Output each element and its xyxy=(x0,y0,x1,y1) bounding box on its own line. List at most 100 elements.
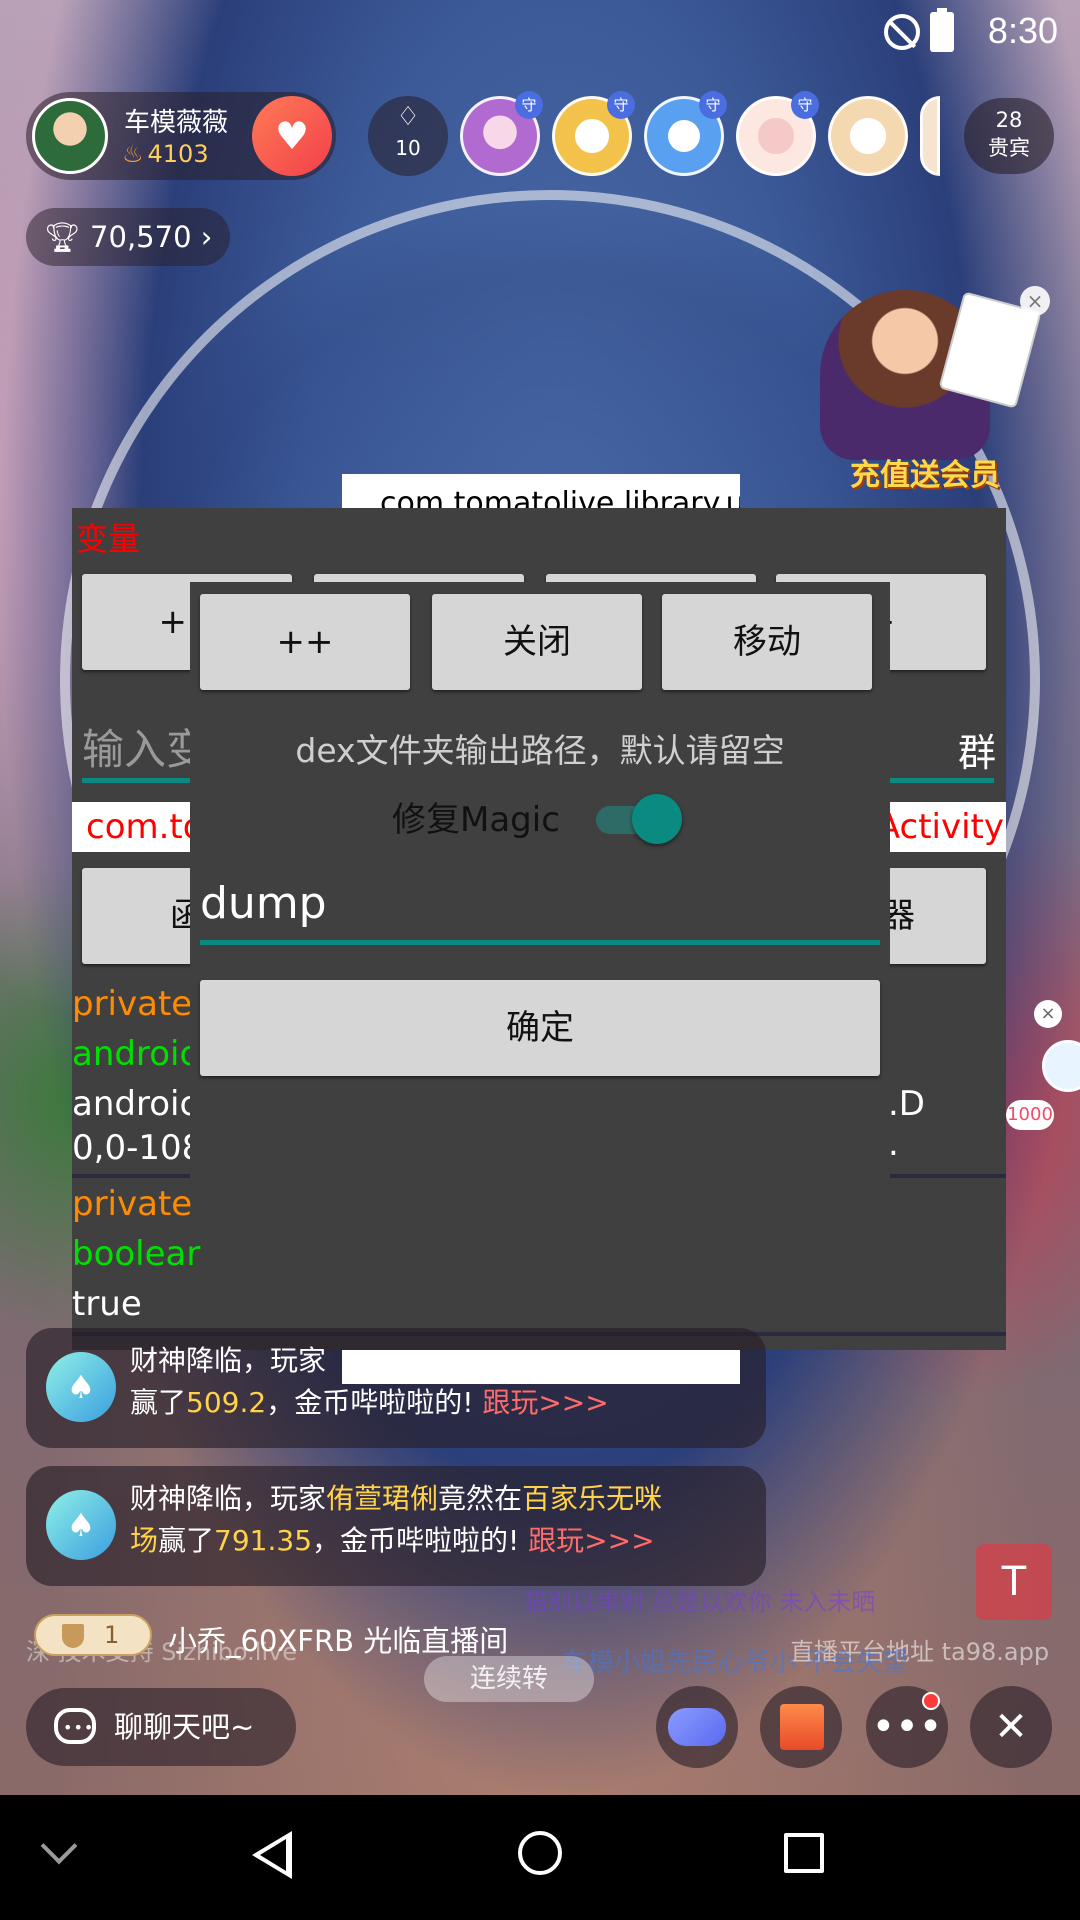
trophy-icon: 🏆︎ xyxy=(44,220,81,254)
output-path-input[interactable]: dump xyxy=(200,878,327,929)
chat-text: ，金币哔啦啦的! xyxy=(266,1386,483,1419)
chat-message[interactable]: ♠ 财神降临，玩家 赢了509.2，金币哔啦啦的! 跟玩>>> xyxy=(26,1328,766,1448)
guard-badge: 守 xyxy=(607,91,635,119)
viewer-avatar[interactable]: 守 xyxy=(736,91,819,176)
magic-label: 修复Magic xyxy=(392,800,560,840)
status-bar: 8:30 xyxy=(0,0,1080,66)
package-left-text: com.to xyxy=(86,807,204,847)
chat-prefix: 财神降临，玩家 xyxy=(130,1482,327,1515)
chat-amount: 791.35 xyxy=(214,1524,313,1557)
faded-overlay-text: 猫别以串别 总是以欢你 未入未晒 xyxy=(524,1588,876,1616)
host-name: 车模薇薇 xyxy=(124,108,229,138)
do-not-disturb-icon xyxy=(884,14,920,50)
debug-line: true xyxy=(72,1284,142,1324)
host-card[interactable]: 车模薇薇 ♨ 4103 ♥ xyxy=(26,92,336,180)
chat-amount: 509.2 xyxy=(186,1386,267,1419)
viewer-avatar[interactable] xyxy=(920,96,940,176)
promo-close-icon[interactable]: × xyxy=(1020,286,1050,316)
chat-text: 赢了 xyxy=(130,1386,187,1419)
side-widget-close-icon[interactable]: × xyxy=(1034,1000,1062,1028)
gift-icon xyxy=(780,1704,824,1750)
heart-plus-icon: ♥ xyxy=(274,114,310,158)
debug-line-fragment: .D xyxy=(888,1084,925,1124)
follow-button[interactable]: ♥ xyxy=(252,96,332,176)
chat-prefix: 财神降临，玩家 xyxy=(130,1344,327,1377)
toggle-thumb xyxy=(632,794,682,844)
debug-line: private xyxy=(72,984,193,1024)
viewer-avatar[interactable] xyxy=(828,96,908,176)
follow-play-link[interactable]: 跟玩>>> xyxy=(528,1524,654,1557)
diamond-icon: ♢ xyxy=(396,102,420,132)
package-right-text: Activity xyxy=(876,807,1004,847)
chat-player: 侑萱珺俐 xyxy=(326,1482,439,1515)
side-widget[interactable]: 1000 xyxy=(1006,1034,1080,1134)
guard-badge: 守 xyxy=(699,91,727,119)
chat-text: 竟然在 xyxy=(438,1482,523,1515)
user-level-badge: 1 xyxy=(34,1614,152,1656)
chevron-right-icon: › xyxy=(200,220,213,254)
chevron-down-icon[interactable] xyxy=(40,1827,78,1865)
chat-message[interactable]: ♠ 财神降临，玩家侑萱珺俐竟然在百家乐无咪 场赢了791.35，金币哔啦啦的! … xyxy=(26,1466,766,1586)
close-icon: ✕ xyxy=(994,1704,1028,1750)
confirm-button[interactable]: 确定 xyxy=(200,980,880,1076)
recents-icon[interactable] xyxy=(784,1833,824,1873)
home-icon[interactable] xyxy=(518,1831,562,1875)
dump-dialog: ++ 关闭 移动 dex文件夹输出路径，默认请留空 修复Magic dump 确… xyxy=(190,582,890,1182)
chat-input-button[interactable]: 聊聊天吧~ xyxy=(26,1688,296,1767)
debug-line: private xyxy=(72,1184,193,1224)
chat-text: ，金币哔啦啦的! xyxy=(312,1524,529,1557)
chat-bubble-icon xyxy=(54,1689,96,1767)
chat-game: 场 xyxy=(130,1524,159,1557)
trophy-value: 70,570 xyxy=(90,220,192,254)
game-button[interactable] xyxy=(656,1686,738,1768)
redacted-block xyxy=(342,1350,740,1384)
gift-button[interactable] xyxy=(760,1686,842,1768)
chat-message-text: 财神降临，玩家侑萱珺俐竟然在百家乐无咪 场赢了791.35，金币哔啦啦的! 跟玩… xyxy=(130,1478,752,1562)
move-button[interactable]: 移动 xyxy=(662,594,872,690)
magic-toggle[interactable] xyxy=(592,794,682,844)
output-path-underline xyxy=(200,940,880,945)
gem-badge[interactable]: ♢ 10 xyxy=(368,96,448,176)
guard-badge: 守 xyxy=(515,91,543,119)
trophy-pill[interactable]: 🏆︎ 70,570 › xyxy=(26,208,230,266)
chat-text: 赢了 xyxy=(158,1524,215,1557)
debug-line: 0,0-108 xyxy=(72,1128,204,1168)
faded-overlay-text: 车模小姐先民心爷小 不会失望 xyxy=(562,1648,909,1678)
gamepad-icon xyxy=(668,1708,726,1746)
poker-game-icon: ♠ xyxy=(46,1352,116,1422)
host-fans-count: 4103 xyxy=(147,140,209,168)
follow-play-link[interactable]: 跟玩>>> xyxy=(482,1386,608,1419)
dump-plus-button[interactable]: ++ xyxy=(200,594,410,690)
viewer-avatar[interactable]: 守 xyxy=(552,91,635,176)
back-icon[interactable] xyxy=(252,1831,292,1879)
notification-dot xyxy=(922,1692,940,1710)
poker-game-icon: ♠ xyxy=(46,1490,116,1560)
promo-banner[interactable]: 充值送会员 xyxy=(800,280,1050,493)
navigation-bar xyxy=(0,1795,1080,1920)
battery-charging-icon xyxy=(930,8,954,52)
close-button[interactable]: 关闭 xyxy=(432,594,642,690)
cube-icon xyxy=(1042,1040,1080,1092)
chat-placeholder: 聊聊天吧~ xyxy=(114,1710,255,1744)
enter-notice: 小乔_60XFRB 光临直播间 xyxy=(168,1624,509,1658)
guard-badge: 守 xyxy=(791,91,819,119)
viewer-avatar[interactable]: 守 xyxy=(644,91,727,176)
more-dots-icon: ••• xyxy=(871,1704,943,1750)
gem-count: 10 xyxy=(395,136,421,160)
debug-line: androic xyxy=(72,1034,199,1074)
vip-count-badge[interactable]: 28 贵宾 xyxy=(964,98,1054,174)
output-path-hint: dex文件夹输出路径，默认请留空 xyxy=(295,731,785,770)
viewer-avatar[interactable]: 守 xyxy=(460,91,543,176)
vip-count: 28 xyxy=(995,108,1023,132)
continuous-spin-label: 连续转 xyxy=(424,1656,594,1702)
host-fans: ♨ 4103 xyxy=(122,140,209,168)
debug-line: boolear xyxy=(72,1234,201,1274)
platform-logo: T xyxy=(976,1544,1052,1620)
host-avatar[interactable] xyxy=(32,98,108,174)
close-stream-button[interactable]: ✕ xyxy=(970,1686,1052,1768)
debug-line: androic xyxy=(72,1084,199,1124)
side-widget-badge: 1000 xyxy=(1006,1100,1054,1130)
group-text: 群 xyxy=(957,731,996,775)
flame-icon: ♨ xyxy=(122,140,144,168)
chat-game: 百家乐无咪 xyxy=(522,1482,663,1515)
